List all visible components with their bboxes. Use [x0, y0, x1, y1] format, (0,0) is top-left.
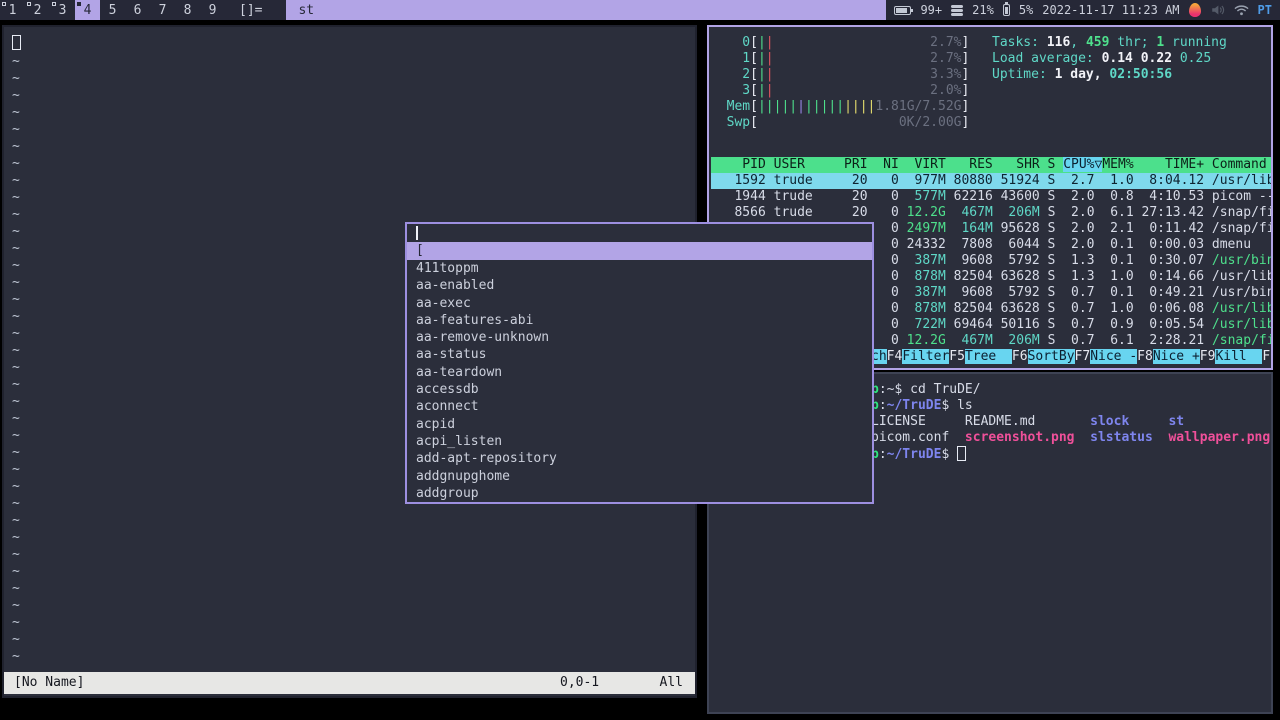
vim-cursor-position: 0,0-1: [560, 675, 600, 690]
tag-label: 6: [133, 2, 142, 18]
vim-empty-lines: ~~~~~~~~~~~~~~~~~~~~~~~~~~~~~~~~~~~~~: [12, 54, 20, 681]
launcher-item[interactable]: aa-exec: [416, 295, 872, 312]
app-launcher-popup[interactable]: [ 411toppm aa-enabled aa-exec aa-features-a…: [405, 222, 874, 504]
workspace-tag-5[interactable]: 5: [100, 0, 125, 20]
tag-label: 7: [158, 2, 167, 18]
tag-label: 4: [83, 2, 92, 18]
workspace-tags: 123456789: [0, 0, 225, 20]
workspace-tag-2[interactable]: 2: [25, 0, 50, 20]
launcher-item[interactable]: aconnect: [416, 398, 872, 415]
wifi-icon: [1234, 5, 1249, 16]
tag-label: 5: [108, 2, 117, 18]
workspace-tag-9[interactable]: 9: [200, 0, 225, 20]
tag-occupied-indicator: [77, 2, 81, 6]
battery-icon: [894, 5, 914, 15]
workspace-tag-6[interactable]: 6: [125, 0, 150, 20]
vim-cursor: [12, 35, 21, 50]
launcher-item[interactable]: 411toppm: [416, 260, 872, 277]
launcher-item[interactable]: add-apt-repository: [416, 450, 872, 467]
launcher-search-input[interactable]: [407, 224, 872, 242]
status-widgets: 99+ 21% 5% 2022-11-17 11:23 AM PT: [886, 0, 1280, 20]
tag-label: 1: [8, 2, 17, 18]
memory-percent: 5%: [1018, 3, 1034, 17]
workspace-tag-8[interactable]: 8: [175, 0, 200, 20]
tag-label: 3: [58, 2, 67, 18]
tag-occupied-indicator: [52, 2, 56, 6]
launcher-item[interactable]: acpid: [416, 416, 872, 433]
vim-statusline: [No Name] 0,0-1 All: [4, 672, 695, 694]
workspace-tag-1[interactable]: 1: [0, 0, 25, 20]
tag-label: 9: [208, 2, 217, 18]
tag-occupied-indicator: [27, 2, 31, 6]
vim-filename: [No Name]: [14, 675, 85, 690]
clock: 2022-11-17 11:23 AM: [1042, 3, 1180, 17]
layout-indicator[interactable]: []=: [229, 0, 272, 20]
htop-cpu-memory-meters: 0[|| 2.7%] 1[|| 2.7%] 2[|| 3.3%] 3[|| 2.…: [711, 35, 970, 130]
vim-buffer: ~~~~~~~~~~~~~~~~~~~~~~~~~~~~~~~~~~~~~: [12, 35, 21, 682]
launcher-item[interactable]: acpi_listen: [416, 433, 872, 450]
memory-icon: [1002, 2, 1010, 16]
launcher-item[interactable]: aa-status: [416, 346, 872, 363]
workspace-tag-7[interactable]: 7: [150, 0, 175, 20]
launcher-item[interactable]: aa-teardown: [416, 364, 872, 381]
vim-scroll-position: All: [659, 675, 683, 690]
keyboard-layout-badge[interactable]: PT: [1258, 3, 1272, 17]
launcher-item[interactable]: aa-remove-unknown: [416, 329, 872, 346]
launcher-item[interactable]: aa-enabled: [416, 277, 872, 294]
tag-occupied-indicator: [2, 2, 6, 6]
storage-percent: 21%: [972, 3, 994, 17]
launcher-item[interactable]: accessdb: [416, 381, 872, 398]
flame-icon: [1188, 3, 1201, 17]
htop-function-key-bar[interactable]: chF4FilterF5Tree F6SortByF7Nice -F8Nice …: [871, 349, 1271, 365]
storage-icon: [951, 4, 964, 16]
htop-tasks-load-uptime: Tasks: 116, 459 thr; 1 running Load avera…: [992, 35, 1227, 82]
launcher-item-list[interactable]: 411toppm aa-enabled aa-exec aa-features-abi…: [407, 260, 872, 502]
launcher-item[interactable]: addgroup: [416, 485, 872, 502]
workspace-tag-3[interactable]: 3: [50, 0, 75, 20]
battery-percent: 99+: [920, 3, 943, 17]
launcher-item[interactable]: aa-features-abi: [416, 312, 872, 329]
launcher-item[interactable]: addgnupghome: [416, 468, 872, 485]
tag-label: 2: [33, 2, 42, 18]
focused-window-title: st: [286, 0, 887, 20]
workspace-tag-4[interactable]: 4: [75, 0, 100, 20]
status-bar: 123456789 []= st 99+ 21% 5% 2022-11-17 1…: [0, 0, 1280, 20]
terminal-output: p:~$ cd TruDE/p:~/TruDE$ ls LICENSE READM…: [871, 382, 1271, 462]
launcher-selected-item[interactable]: [: [407, 242, 872, 260]
volume-icon: [1211, 5, 1224, 15]
text-caret: [416, 226, 418, 240]
tag-label: 8: [183, 2, 192, 18]
